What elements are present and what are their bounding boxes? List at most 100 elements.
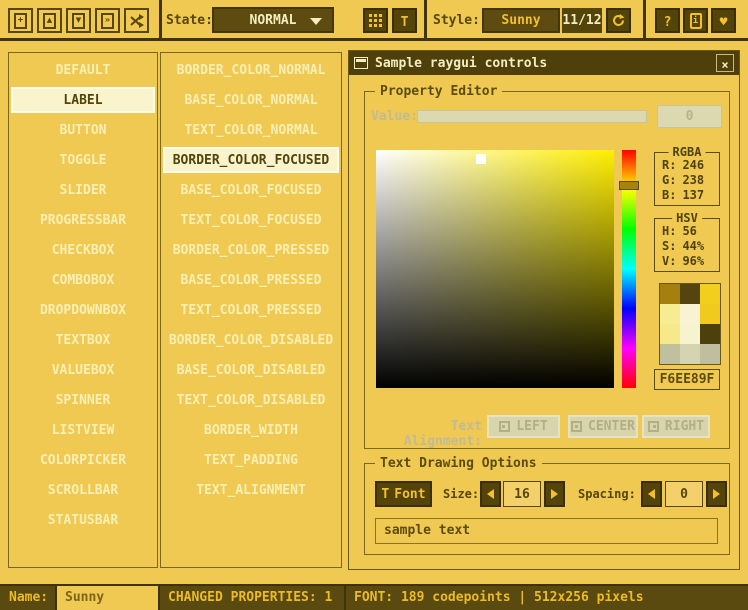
list-item-statusbar[interactable]: STATUSBAR	[11, 507, 155, 533]
color-swatch-1[interactable]	[680, 284, 700, 304]
list-item-progressbar[interactable]: PROGRESSBAR	[11, 207, 155, 233]
list-item-valuebox[interactable]: VALUEBOX	[11, 357, 155, 383]
align-left-button[interactable]: LEFT	[487, 415, 560, 438]
color-picker-panel[interactable]	[376, 150, 614, 388]
toolbar-separator	[159, 0, 162, 41]
color-swatch-8[interactable]	[700, 324, 720, 344]
value-slider[interactable]	[417, 110, 647, 123]
chevron-down-icon	[310, 18, 322, 25]
spacing-value-box[interactable]: 0	[665, 481, 703, 507]
sponsor-button[interactable]	[711, 8, 736, 33]
list-item-textbox[interactable]: TEXTBOX	[11, 327, 155, 353]
hex-color-input[interactable]: F6EE89F	[654, 369, 720, 390]
changed-properties-status: CHANGED PROPERTIES: 1	[160, 586, 346, 610]
list-item-slider[interactable]: SLIDER	[11, 177, 155, 203]
list-item-listview[interactable]: LISTVIEW	[11, 417, 155, 443]
open-file-button[interactable]: ▲	[37, 8, 62, 33]
random-style-button[interactable]	[124, 8, 149, 33]
align-right-button[interactable]: RIGHT	[642, 415, 710, 438]
text-view-button[interactable]	[392, 8, 417, 33]
hue-slider[interactable]	[622, 150, 636, 388]
list-item-text_padding[interactable]: TEXT_PADDING	[163, 447, 339, 473]
list-item-combobox[interactable]: COMBOBOX	[11, 267, 155, 293]
color-picker-cursor[interactable]	[476, 154, 486, 164]
list-item-text_alignment[interactable]: TEXT_ALIGNMENT	[163, 477, 339, 503]
color-swatch-11[interactable]	[700, 344, 720, 364]
grid-view-button[interactable]	[363, 8, 388, 33]
help-button[interactable]	[655, 8, 680, 33]
list-item-toggle[interactable]: TOGGLE	[11, 147, 155, 173]
list-item-text_color_normal[interactable]: TEXT_COLOR_NORMAL	[163, 117, 339, 143]
color-swatch-10[interactable]	[680, 344, 700, 364]
rgba-g-row: G:238	[655, 173, 719, 188]
color-swatch-7[interactable]	[680, 324, 700, 344]
size-label: Size:	[443, 481, 479, 507]
spacing-increase-button[interactable]	[706, 481, 727, 507]
arrow-left-icon	[487, 489, 494, 499]
list-item-border_color_focused[interactable]: BORDER_COLOR_FOCUSED	[163, 147, 339, 173]
window-icon	[354, 57, 368, 69]
list-item-border_width[interactable]: BORDER_WIDTH	[163, 417, 339, 443]
list-item-base_color_normal[interactable]: BASE_COLOR_NORMAL	[163, 87, 339, 113]
list-item-checkbox[interactable]: CHECKBOX	[11, 237, 155, 263]
reload-style-button[interactable]	[606, 8, 631, 33]
size-increase-button[interactable]	[544, 481, 565, 507]
color-swatch-4[interactable]	[680, 304, 700, 324]
list-item-label[interactable]: LABEL	[11, 87, 155, 113]
window-titlebar[interactable]: Sample raygui controls	[349, 51, 739, 75]
save-file-button[interactable]: ▼	[66, 8, 91, 33]
info-button[interactable]	[683, 8, 708, 33]
list-item-default[interactable]: DEFAULT	[11, 57, 155, 83]
list-item-text_color_pressed[interactable]: TEXT_COLOR_PRESSED	[163, 297, 339, 323]
align-center-button[interactable]: CENTER	[568, 415, 638, 438]
align-center-icon	[571, 421, 582, 432]
property-editor-label: Property Editor	[375, 84, 502, 99]
hue-slider-handle[interactable]	[619, 181, 639, 190]
new-file-icon: +	[14, 13, 27, 29]
list-item-dropdownbox[interactable]: DROPDOWNBOX	[11, 297, 155, 323]
sample-text-input[interactable]: sample text	[375, 518, 718, 544]
style-name-input[interactable]: Sunny	[57, 586, 160, 610]
hsv-h-row: H:56	[655, 224, 719, 239]
style-name-button[interactable]: Sunny	[482, 8, 560, 33]
list-item-border_color_disabled[interactable]: BORDER_COLOR_DISABLED	[163, 327, 339, 353]
style-color-swatches	[659, 283, 721, 365]
color-swatch-5[interactable]	[700, 304, 720, 324]
value-box[interactable]: 0	[657, 105, 722, 128]
color-swatch-3[interactable]	[660, 304, 680, 324]
state-dropdown[interactable]: NORMAL	[212, 7, 334, 33]
color-swatch-9[interactable]	[660, 344, 680, 364]
hsv-label: HSV	[672, 211, 702, 225]
new-file-button[interactable]: +	[8, 8, 33, 33]
color-swatch-0[interactable]	[660, 284, 680, 304]
close-icon	[721, 54, 728, 73]
style-counter: 11/12	[562, 8, 602, 33]
list-item-scrollbar[interactable]: SCROLLBAR	[11, 477, 155, 503]
window-title: Sample raygui controls	[375, 56, 547, 71]
rgba-b-row: B:137	[655, 188, 719, 203]
color-swatch-6[interactable]	[660, 324, 680, 344]
size-value-box[interactable]: 16	[503, 481, 541, 507]
list-item-base_color_disabled[interactable]: BASE_COLOR_DISABLED	[163, 357, 339, 383]
help-icon	[664, 11, 672, 30]
list-item-colorpicker[interactable]: COLORPICKER	[11, 447, 155, 473]
list-item-text_color_focused[interactable]: TEXT_COLOR_FOCUSED	[163, 207, 339, 233]
save-file-icon: ▼	[72, 13, 85, 29]
text-icon	[401, 11, 409, 30]
arrow-left-icon	[648, 489, 655, 499]
list-item-border_color_pressed[interactable]: BORDER_COLOR_PRESSED	[163, 237, 339, 263]
list-item-base_color_focused[interactable]: BASE_COLOR_FOCUSED	[163, 177, 339, 203]
list-item-text_color_disabled[interactable]: TEXT_COLOR_DISABLED	[163, 387, 339, 413]
list-item-border_color_normal[interactable]: BORDER_COLOR_NORMAL	[163, 57, 339, 83]
color-swatch-2[interactable]	[700, 284, 720, 304]
size-decrease-button[interactable]	[480, 481, 501, 507]
window-close-button[interactable]	[716, 54, 734, 72]
list-item-spinner[interactable]: SPINNER	[11, 387, 155, 413]
font-button[interactable]: Font	[375, 481, 432, 507]
spacing-decrease-button[interactable]	[641, 481, 662, 507]
export-file-button[interactable]: »	[95, 8, 120, 33]
controls-list: DEFAULT LABEL BUTTON TOGGLE SLIDER PROGRESSBA…	[8, 52, 158, 568]
text-drawing-group: Text Drawing Options Font Size: 16 Spaci…	[364, 463, 730, 555]
list-item-button[interactable]: BUTTON	[11, 117, 155, 143]
list-item-base_color_pressed[interactable]: BASE_COLOR_PRESSED	[163, 267, 339, 293]
